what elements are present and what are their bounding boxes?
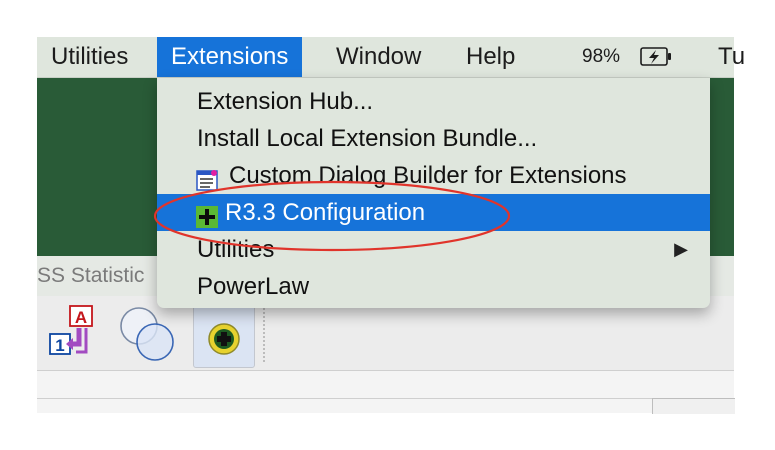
- menu-item-install-local-bundle[interactable]: Install Local Extension Bundle...: [157, 120, 710, 157]
- battery-percent: 98%: [582, 46, 621, 67]
- window-title: SS Statistic: [37, 264, 145, 287]
- menu-clipped-item[interactable]: Tu: [718, 37, 745, 77]
- tab-edge[interactable]: [652, 398, 735, 414]
- dialog-builder-icon: [196, 165, 218, 191]
- menu-extensions[interactable]: Extensions: [157, 37, 303, 77]
- content-area: [37, 371, 735, 414]
- menu-item-powerlaw[interactable]: PowerLaw: [157, 268, 710, 305]
- menu-item-r33-configuration[interactable]: R3.3 Configuration: [157, 194, 710, 231]
- extension-plus-icon: [208, 323, 240, 355]
- menu-item-label: PowerLaw: [197, 273, 310, 300]
- toolbar-separator: [263, 304, 265, 362]
- extension-button[interactable]: [193, 300, 255, 368]
- menu-bar: Utilities Extensions Window Help 98% Tu: [37, 37, 745, 78]
- submenu-arrow-icon: ▶: [674, 239, 688, 259]
- menu-item-label: Utilities: [197, 236, 275, 263]
- svg-text:1: 1: [55, 336, 64, 355]
- battery-icon[interactable]: [635, 37, 675, 77]
- menu-window[interactable]: Window: [336, 37, 421, 77]
- transform-button[interactable]: A 1: [46, 304, 104, 362]
- svg-text:A: A: [75, 308, 87, 327]
- menu-item-custom-dialog-builder[interactable]: Custom Dialog Builder for Extensions: [157, 157, 710, 194]
- transform-icon: A 1: [49, 305, 93, 355]
- menu-item-label: Extension Hub...: [197, 88, 374, 115]
- plus-icon: [196, 202, 218, 228]
- menu-utilities[interactable]: Utilities: [51, 37, 128, 77]
- overlapping-circles-icon: [120, 307, 174, 361]
- menu-item-label: Custom Dialog Builder for Extensions: [229, 162, 627, 189]
- screen: Utilities Extensions Window Help 98% Tu …: [0, 0, 775, 450]
- extensions-dropdown: Extension Hub... Install Local Extension…: [157, 78, 710, 308]
- menu-item-utilities[interactable]: Utilities ▶: [157, 231, 710, 268]
- venn-button[interactable]: [117, 304, 181, 364]
- menu-help[interactable]: Help: [466, 37, 515, 77]
- menu-item-label: R3.3 Configuration: [225, 199, 426, 226]
- divider: [37, 398, 652, 399]
- menu-item-label: Install Local Extension Bundle...: [197, 125, 538, 152]
- menu-item-extension-hub[interactable]: Extension Hub...: [157, 83, 710, 120]
